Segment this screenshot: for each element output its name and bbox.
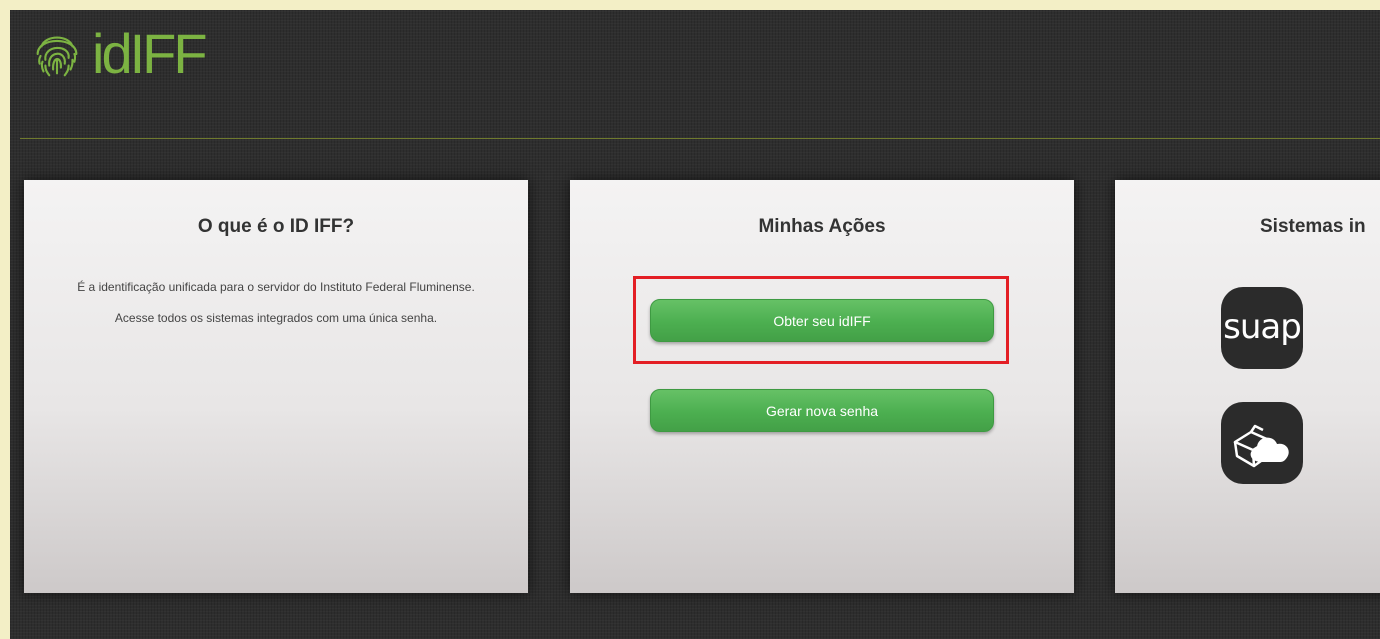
gerar-nova-senha-button[interactable]: Gerar nova senha <box>650 389 994 432</box>
obter-idiff-button[interactable]: Obter seu idIFF <box>650 299 994 342</box>
page: idIFF O que é o ID IFF? É a identificaçã… <box>10 10 1380 639</box>
about-subtext: Acesse todos os sistemas integrados com … <box>114 311 438 325</box>
suap-logo-icon[interactable]: suap <box>1221 287 1303 369</box>
actions-card-title: Minhas Ações <box>758 216 886 237</box>
actions-card: Minhas Ações Obter seu idIFF Gerar nova … <box>570 180 1074 593</box>
suap-label: suap <box>1223 307 1302 347</box>
header-divider <box>20 138 1380 139</box>
header: idIFF <box>10 10 1380 138</box>
about-card-title: O que é o ID IFF? <box>197 216 355 237</box>
cloud-storage-icon[interactable] <box>1221 402 1303 484</box>
about-card: O que é o ID IFF? É a identificação unif… <box>24 180 528 593</box>
systems-card: Sistemas in suap <box>1115 180 1380 593</box>
cloud-box-icon <box>1233 424 1289 468</box>
systems-card-title: Sistemas in <box>1260 216 1366 237</box>
logo-wordmark: idIFF <box>92 22 208 85</box>
idiff-logo[interactable]: idIFF <box>28 22 208 85</box>
about-description: É a identificação unificada para o servi… <box>77 280 475 294</box>
fingerprint-icon <box>36 36 78 77</box>
